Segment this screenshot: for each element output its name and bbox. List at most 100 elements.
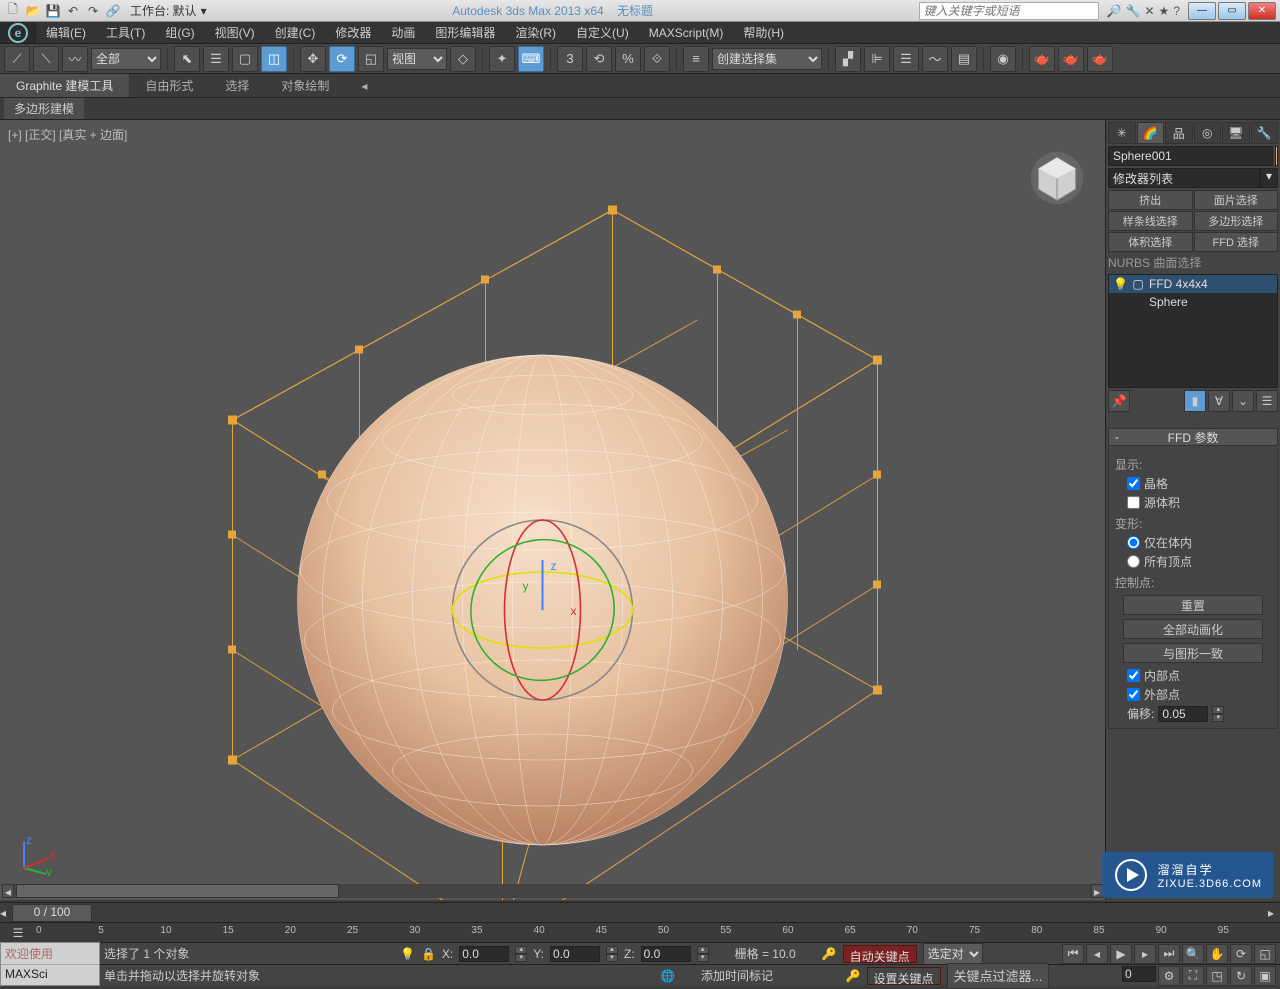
menu-tools[interactable]: 工具(T) <box>96 22 155 43</box>
stack-item-ffd[interactable]: 💡▢FFD 4x4x4 <box>1109 275 1277 293</box>
binoculars-icon[interactable]: 🔎 <box>1107 4 1122 18</box>
radio-inside-only[interactable]: 仅在体内 <box>1127 534 1271 551</box>
curve-editor-icon[interactable]: 〜 <box>922 46 948 72</box>
mod-spline-select-button[interactable]: 样条线选择 <box>1108 211 1193 231</box>
key-icon[interactable]: 🔧 <box>1126 4 1141 18</box>
viewcube[interactable] <box>1029 150 1085 206</box>
link-icon[interactable]: 🔗 <box>104 2 122 20</box>
exchange-icon[interactable]: ✕ <box>1144 4 1154 18</box>
bind-space-warp-icon[interactable]: 〰 <box>62 46 88 72</box>
modifier-list-dropdown[interactable]: 修改器列表 <box>1108 168 1260 188</box>
menu-graph-editors[interactable]: 图形编辑器 <box>425 22 505 43</box>
mod-patch-select-button[interactable]: 面片选择 <box>1194 190 1279 210</box>
add-time-tag[interactable]: 添加时间标记 <box>701 967 773 984</box>
ribbon-subtab-poly[interactable]: 多边形建模 <box>4 98 84 119</box>
use-pivot-icon[interactable]: ◇ <box>450 46 476 72</box>
named-selection-icon[interactable]: ≡ <box>683 46 709 72</box>
menu-create[interactable]: 创建(C) <box>265 22 326 43</box>
named-selection-set[interactable]: 创建选择集 <box>712 48 822 70</box>
app-logo-icon[interactable]: e <box>0 22 36 43</box>
nav-roll-icon[interactable]: ↻ <box>1230 966 1252 986</box>
checkbox-inner-points[interactable]: 内部点 <box>1127 667 1271 684</box>
nav-orbit-icon[interactable]: ⟳ <box>1230 944 1252 964</box>
menu-customize[interactable]: 自定义(U) <box>566 22 639 43</box>
help-icon[interactable]: ? <box>1173 4 1180 18</box>
communication-icon[interactable]: 🌐 <box>660 969 675 983</box>
rollout-ffd-header[interactable]: - FFD 参数 <box>1108 428 1278 446</box>
menu-edit[interactable]: 编辑(E) <box>36 22 96 43</box>
timeline-ruler[interactable]: ☰ 05101520253035404550556065707580859095… <box>0 922 1280 942</box>
star-icon[interactable]: ★ <box>1159 4 1170 18</box>
set-key-button[interactable]: 设置关键点 <box>867 967 941 985</box>
nav-fov-icon[interactable]: ◳ <box>1206 966 1228 986</box>
configure-sets-icon[interactable]: ☰ <box>1256 390 1278 412</box>
ribbon-tab-paint[interactable]: 对象绘制 <box>265 74 345 97</box>
mod-poly-select-button[interactable]: 多边形选择 <box>1194 211 1279 231</box>
conform-button[interactable]: 与图形一致 <box>1123 643 1263 663</box>
window-crossing-icon[interactable]: ◫ <box>261 46 287 72</box>
select-link-icon[interactable]: ⟋ <box>4 46 30 72</box>
checkbox-lattice[interactable]: 晶格 <box>1127 475 1271 492</box>
ribbon-tab-selection[interactable]: 选择 <box>209 74 265 97</box>
spinner-up-icon[interactable]: ▴ <box>1212 706 1224 714</box>
lock-selection-icon[interactable]: 🔒 <box>421 947 436 961</box>
new-icon[interactable]: 🗋 <box>4 2 22 20</box>
align-icon[interactable]: ⊫ <box>864 46 890 72</box>
mod-vol-select-button[interactable]: 体积选择 <box>1108 232 1193 252</box>
tab-hierarchy-icon[interactable]: 品 <box>1165 122 1193 144</box>
menu-animation[interactable]: 动画 <box>381 22 425 43</box>
menu-rendering[interactable]: 渲染(R) <box>505 22 566 43</box>
viewport-label[interactable]: [+] [正交] [真实 + 边面] <box>8 126 127 143</box>
rendered-frame-icon[interactable]: 🫖 <box>1058 46 1084 72</box>
offset-value[interactable] <box>1158 706 1208 722</box>
offset-spinner[interactable]: 偏移: ▴▾ <box>1127 705 1271 722</box>
set-key-icon[interactable]: 🔑 <box>846 969 861 983</box>
mod-extrude-button[interactable]: 挤出 <box>1108 190 1193 210</box>
nav-maximize-icon[interactable]: ▣ <box>1254 966 1276 986</box>
workspace-dropdown[interactable]: 工作台: 默认 ▾ <box>130 2 207 19</box>
menu-modifiers[interactable]: 修改器 <box>325 22 381 43</box>
object-name-field[interactable] <box>1108 146 1273 166</box>
tab-modify-icon[interactable]: 🌈 <box>1137 122 1165 144</box>
time-slider[interactable]: 0 / 100 <box>12 904 92 922</box>
timeline-config-icon[interactable]: ☰ <box>0 923 36 942</box>
move-icon[interactable]: ✥ <box>300 46 326 72</box>
unlink-icon[interactable]: ⟍ <box>33 46 59 72</box>
menu-maxscript[interactable]: MAXScript(M) <box>639 22 734 43</box>
animate-all-button[interactable]: 全部动画化 <box>1123 619 1263 639</box>
material-editor-icon[interactable]: ◉ <box>990 46 1016 72</box>
checkbox-source-volume[interactable]: 源体积 <box>1127 494 1271 511</box>
selection-filter[interactable]: 全部 <box>91 48 161 70</box>
ribbon-tab-graphite[interactable]: Graphite 建模工具 <box>0 74 129 97</box>
coord-x[interactable] <box>459 946 509 962</box>
expand-icon[interactable]: ▢ <box>1131 277 1145 291</box>
nav-zoom-icon[interactable]: 🔍 <box>1182 944 1204 964</box>
goto-start-icon[interactable]: ⏮ <box>1062 944 1084 964</box>
maximize-button[interactable]: ▭ <box>1218 2 1246 20</box>
auto-key-button[interactable]: 自动关键点 <box>843 945 917 963</box>
tab-display-icon[interactable]: 🖥 <box>1222 122 1250 144</box>
lightbulb-icon[interactable]: 💡 <box>1113 277 1127 291</box>
lock-icon[interactable]: 💡 <box>400 947 415 961</box>
modifier-stack[interactable]: 💡▢FFD 4x4x4 Sphere <box>1108 274 1278 388</box>
time-config-icon[interactable]: ⚙ <box>1158 966 1180 986</box>
object-color-swatch[interactable] <box>1275 146 1278 166</box>
percent-snap-icon[interactable]: % <box>615 46 641 72</box>
viewport-scrollbar-h[interactable]: ◂ ▸ <box>2 884 1103 898</box>
tab-motion-icon[interactable]: ◎ <box>1194 122 1222 144</box>
play-icon[interactable]: ▶ <box>1110 944 1132 964</box>
coord-y[interactable] <box>550 946 600 962</box>
nav-max-icon[interactable]: ◱ <box>1254 944 1276 964</box>
open-icon[interactable]: 📂 <box>24 2 42 20</box>
reset-button[interactable]: 重置 <box>1123 595 1263 615</box>
coord-z[interactable] <box>641 946 691 962</box>
key-icon[interactable]: 🔑 <box>822 947 837 961</box>
render-setup-icon[interactable]: 🫖 <box>1029 46 1055 72</box>
menu-help[interactable]: 帮助(H) <box>733 22 794 43</box>
menu-views[interactable]: 视图(V) <box>205 22 265 43</box>
maxscript-mini-listener[interactable]: 欢迎使用 MAXSci <box>0 942 100 986</box>
nav-pan-icon[interactable]: ✋ <box>1206 944 1228 964</box>
mirror-icon[interactable]: ▞ <box>835 46 861 72</box>
nav-zoom-extents-icon[interactable]: ⛶ <box>1182 966 1204 986</box>
schematic-view-icon[interactable]: ▤ <box>951 46 977 72</box>
